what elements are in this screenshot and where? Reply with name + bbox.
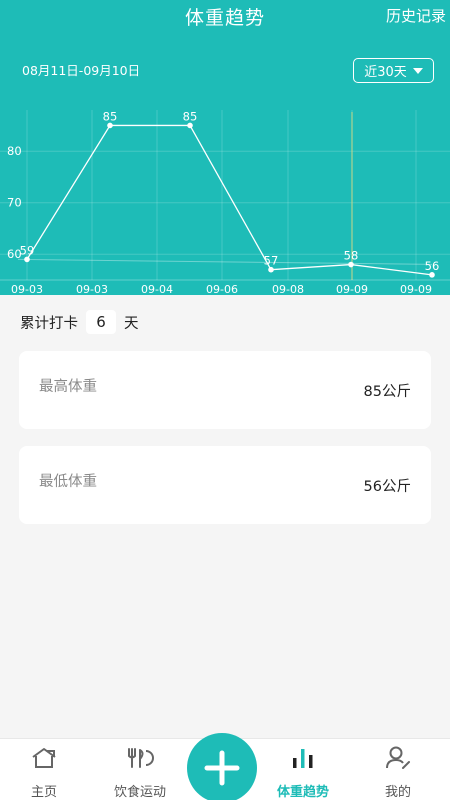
range-select-label: 近30天: [364, 65, 407, 80]
home-icon: [4, 745, 84, 771]
history-button[interactable]: 历史记录: [386, 5, 446, 26]
weight-line: [26, 124, 433, 276]
data-point: [107, 122, 113, 129]
data-label: 56: [425, 259, 440, 273]
weight-chart-svg: 80706009-03 09-03 09-04 09-06 09-08 09-09 09-0…: [0, 109, 450, 295]
nav-diet[interactable]: 饮食运动: [100, 745, 180, 800]
x-tick-label: 09-03: [11, 283, 43, 295]
min-weight-card: 最低体重 56公斤: [19, 446, 431, 524]
max-weight-card: 最高体重 85公斤: [19, 351, 431, 429]
baseline-line: [17, 258, 433, 265]
x-tick-label: 09-06: [206, 283, 238, 295]
nav-mine[interactable]: 我的: [358, 745, 438, 800]
min-weight-value: 56公斤: [363, 478, 411, 495]
x-tick-label: 09-08: [272, 283, 304, 295]
data-point: [268, 266, 274, 273]
add-record-button[interactable]: [187, 733, 257, 800]
nav-trend-label: 体重趋势: [276, 785, 329, 800]
nav-trend[interactable]: 体重趋势: [263, 745, 343, 800]
y-tick-label: 80: [7, 144, 22, 158]
weight-trend-screen: 体重趋势 历史记录 08月11日-09月10日 近30天 80 70 60 09-03…: [0, 0, 450, 800]
x-tick-label: 09-04: [141, 283, 173, 295]
x-tick-label: 09-09: [336, 283, 368, 295]
user-icon: [358, 745, 438, 771]
data-label: 57: [264, 254, 279, 268]
plus-icon: [204, 750, 240, 786]
data-point: [429, 272, 435, 278]
fork-knife-icon: [100, 745, 180, 771]
y-tick-label: 70: [7, 196, 22, 210]
date-range-text: 08月11日-09月10日: [22, 63, 141, 78]
data-point: [187, 122, 193, 129]
caret-down-icon: [412, 67, 423, 74]
x-tick-label: 09-03: [76, 283, 108, 295]
data-point: [348, 261, 354, 268]
checkin-days: 6: [86, 310, 116, 334]
page-title: 体重趋势: [184, 7, 265, 29]
data-label: 85: [183, 109, 198, 123]
header-chart-area: 体重趋势 历史记录 08月11日-09月10日 近30天 80 70 60 09-03…: [0, 0, 450, 295]
data-label: 58: [344, 249, 359, 263]
range-select[interactable]: 近30天: [353, 58, 434, 83]
nav-diet-label: 饮食运动: [113, 785, 166, 800]
min-weight-label: 最低体重: [39, 473, 97, 490]
checkin-row: 累计打卡 6 天: [20, 310, 139, 334]
data-label: 85: [103, 109, 118, 123]
weight-chart: 80 70 60 09-03 09-03 09-04 09-06 09-08 09-09 09-0…: [0, 100, 450, 295]
data-label: 59: [20, 243, 35, 257]
bar-chart-icon: [263, 745, 343, 771]
checkin-prefix: 累计打卡: [20, 315, 78, 332]
nav-mine-label: 我的: [384, 785, 411, 800]
nav-home[interactable]: 主页: [4, 745, 84, 800]
data-point: [24, 256, 30, 263]
max-weight-label: 最高体重: [39, 378, 97, 395]
checkin-suffix: 天: [124, 315, 139, 332]
max-weight-value: 85公斤: [363, 383, 411, 400]
x-tick-label: 09-09: [400, 283, 432, 295]
nav-home-label: 主页: [30, 785, 57, 800]
